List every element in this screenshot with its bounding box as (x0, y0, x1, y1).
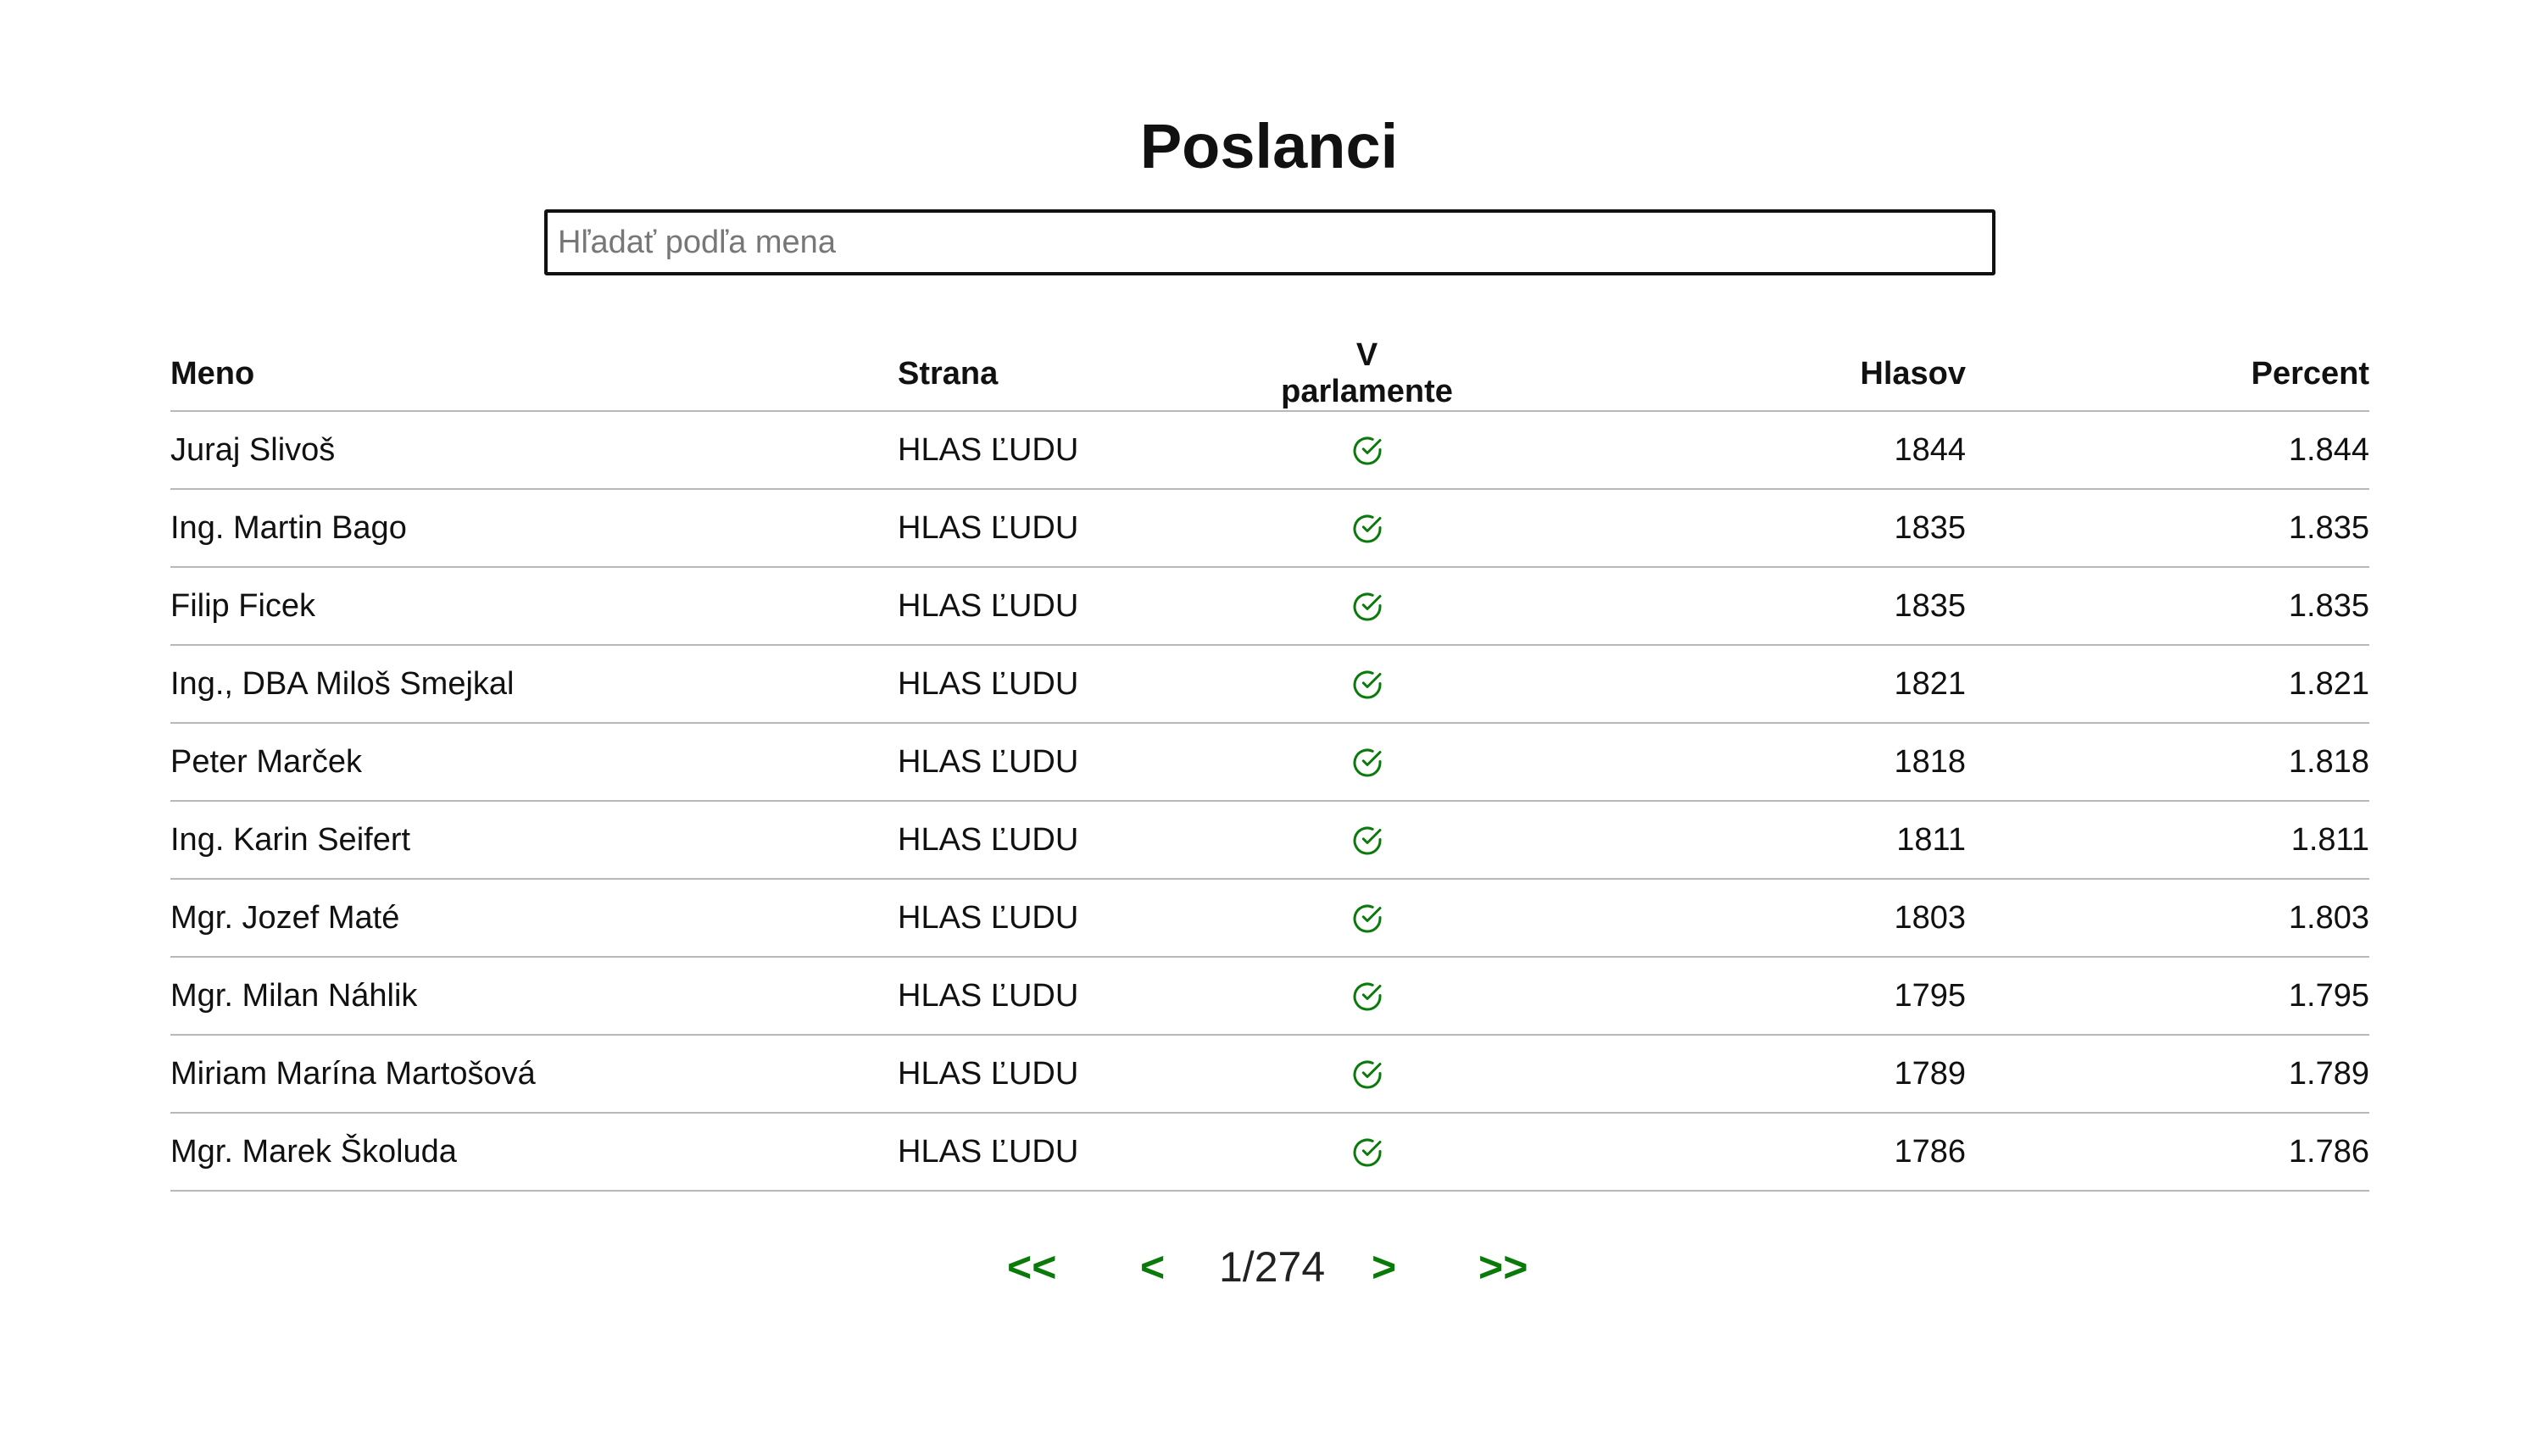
table-header-row: Meno Strana V parlamente Hlasov Percent (170, 337, 2369, 412)
check-circle-icon (1353, 826, 1381, 855)
cell-name: Ing., DBA Miloš Smejkal (170, 645, 898, 724)
cell-party: HLAS ĽUDU (898, 957, 1271, 1036)
cell-votes: 1835 (1463, 489, 1966, 568)
check-circle-icon (1353, 436, 1381, 465)
cell-party: HLAS ĽUDU (898, 411, 1271, 490)
table-row: Filip Ficek HLAS ĽUDU 1835 1.835 (170, 567, 2369, 646)
table-row: Peter Marček HLAS ĽUDU 1818 1.818 (170, 723, 2369, 802)
cell-percent: 1.818 (1966, 723, 2369, 802)
check-circle-icon (1353, 748, 1381, 777)
cell-party: HLAS ĽUDU (898, 723, 1271, 802)
cell-votes: 1786 (1463, 1113, 1966, 1192)
column-header-percent[interactable]: Percent (1966, 337, 2369, 412)
cell-percent: 1.803 (1966, 879, 2369, 958)
table-row: Ing. Karin Seifert HLAS ĽUDU 1811 1.811 (170, 801, 2369, 880)
cell-in-parliament (1271, 645, 1463, 724)
cell-percent: 1.821 (1966, 645, 2369, 724)
table-row: Juraj Slivoš HLAS ĽUDU 1844 1.844 (170, 411, 2369, 490)
page: Poslanci Meno Strana V parlamente Hlasov… (0, 0, 2538, 1456)
check-circle-icon (1353, 904, 1381, 933)
check-circle-icon (1353, 1138, 1381, 1167)
cell-party: HLAS ĽUDU (898, 801, 1271, 880)
cell-in-parliament (1271, 879, 1463, 958)
last-page-button[interactable]: >> (1478, 1237, 1528, 1297)
column-header-name[interactable]: Meno (170, 337, 898, 412)
cell-name: Ing. Karin Seifert (170, 801, 898, 880)
table-row: Miriam Marína Martošová HLAS ĽUDU 1789 1… (170, 1035, 2369, 1114)
check-circle-icon (1353, 670, 1381, 699)
cell-votes: 1803 (1463, 879, 1966, 958)
table-row: Mgr. Milan Náhlik HLAS ĽUDU 1795 1.795 (170, 957, 2369, 1036)
cell-name: Filip Ficek (170, 567, 898, 646)
check-circle-icon (1353, 982, 1381, 1011)
table-row: Ing. Martin Bago HLAS ĽUDU 1835 1.835 (170, 489, 2369, 568)
column-header-in-parliament[interactable]: V parlamente (1271, 337, 1463, 412)
cell-percent: 1.835 (1966, 489, 2369, 568)
cell-in-parliament (1271, 567, 1463, 646)
cell-votes: 1818 (1463, 723, 1966, 802)
cell-name: Juraj Slivoš (170, 411, 898, 490)
cell-name: Miriam Marína Martošová (170, 1035, 898, 1114)
table-row: Mgr. Marek Školuda HLAS ĽUDU 1786 1.786 (170, 1113, 2369, 1192)
cell-name: Peter Marček (170, 723, 898, 802)
next-page-button[interactable]: > (1372, 1237, 1396, 1297)
cell-party: HLAS ĽUDU (898, 645, 1271, 724)
cell-percent: 1.811 (1966, 801, 2369, 880)
cell-votes: 1811 (1463, 801, 1966, 880)
cell-name: Ing. Martin Bago (170, 489, 898, 568)
cell-votes: 1821 (1463, 645, 1966, 724)
page-indicator: 1/274 (1219, 1243, 1326, 1291)
cell-percent: 1.786 (1966, 1113, 2369, 1192)
cell-percent: 1.789 (1966, 1035, 2369, 1114)
cell-percent: 1.835 (1966, 567, 2369, 646)
cell-percent: 1.844 (1966, 411, 2369, 490)
table-body: Juraj Slivoš HLAS ĽUDU 1844 1.844 Ing. M… (170, 411, 2369, 1192)
cell-party: HLAS ĽUDU (898, 879, 1271, 958)
cell-party: HLAS ĽUDU (898, 1113, 1271, 1192)
cell-percent: 1.795 (1966, 957, 2369, 1036)
cell-party: HLAS ĽUDU (898, 567, 1271, 646)
cell-in-parliament (1271, 957, 1463, 1036)
check-circle-icon (1353, 592, 1381, 621)
cell-name: Mgr. Jozef Maté (170, 879, 898, 958)
page-title: Poslanci (1139, 111, 1399, 181)
cell-votes: 1789 (1463, 1035, 1966, 1114)
first-page-button[interactable]: << (1007, 1237, 1056, 1297)
cell-in-parliament (1271, 489, 1463, 568)
table-row: Mgr. Jozef Maté HLAS ĽUDU 1803 1.803 (170, 879, 2369, 958)
pagination: << < 1/274 > >> (0, 1237, 2538, 1297)
table-row: Ing., DBA Miloš Smejkal HLAS ĽUDU 1821 1… (170, 645, 2369, 724)
cell-party: HLAS ĽUDU (898, 489, 1271, 568)
cell-votes: 1795 (1463, 957, 1966, 1036)
cell-in-parliament (1271, 801, 1463, 880)
check-circle-icon (1353, 1060, 1381, 1089)
cell-votes: 1844 (1463, 411, 1966, 490)
cell-in-parliament (1271, 1113, 1463, 1192)
cell-in-parliament (1271, 411, 1463, 490)
cell-in-parliament (1271, 1035, 1463, 1114)
check-circle-icon (1353, 514, 1381, 543)
cell-name: Mgr. Milan Náhlik (170, 957, 898, 1036)
cell-in-parliament (1271, 723, 1463, 802)
mps-table: Meno Strana V parlamente Hlasov Percent … (170, 337, 2369, 1192)
prev-page-button[interactable]: < (1140, 1237, 1165, 1297)
column-header-votes[interactable]: Hlasov (1463, 337, 1966, 412)
search-input[interactable] (544, 209, 1995, 275)
column-header-party[interactable]: Strana (898, 337, 1271, 412)
cell-name: Mgr. Marek Školuda (170, 1113, 898, 1192)
cell-votes: 1835 (1463, 567, 1966, 646)
cell-party: HLAS ĽUDU (898, 1035, 1271, 1114)
